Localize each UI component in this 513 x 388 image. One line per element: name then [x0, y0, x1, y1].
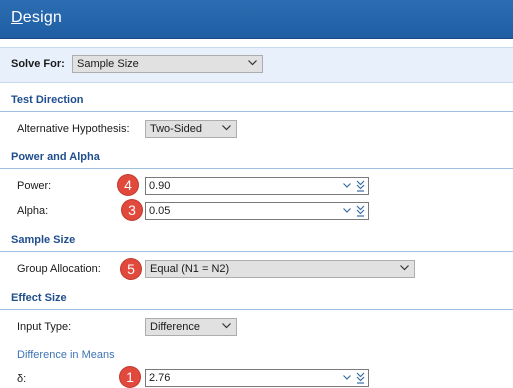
chevron-down-icon [222, 125, 231, 131]
step-badge: 1 [120, 367, 140, 387]
power-input[interactable]: 0.90 [145, 177, 369, 195]
double-chevron-down-icon[interactable] [356, 205, 365, 217]
section-title: Test Direction [11, 94, 84, 106]
alpha-label: Alpha: [17, 205, 49, 217]
delta-input[interactable]: 2.76 [145, 369, 369, 387]
alpha-input[interactable]: 0.05 [145, 202, 369, 220]
solve-for-select[interactable]: Sample Size [72, 55, 263, 73]
chevron-down-icon [400, 265, 409, 271]
step-badge: 4 [118, 175, 138, 195]
solve-for-label: Solve For: [11, 58, 65, 70]
group-allocation-select[interactable]: Equal (N1 = N2) [145, 260, 415, 278]
chevron-down-icon [248, 60, 257, 66]
input-type-value: Difference [150, 321, 200, 333]
chevron-down-icon[interactable] [343, 183, 351, 189]
section-test-direction: Test Direction [0, 92, 513, 112]
title-bar: Design [0, 0, 513, 39]
alt-hypothesis-value: Two-Sided [150, 123, 202, 135]
title-text: esign [22, 9, 63, 26]
section-effect-size: Effect Size [0, 290, 513, 310]
chevron-down-icon[interactable] [343, 375, 351, 381]
power-value: 0.90 [149, 180, 171, 192]
alt-hypothesis-select[interactable]: Two-Sided [145, 120, 237, 138]
double-chevron-down-icon[interactable] [356, 372, 365, 384]
group-allocation-value: Equal (N1 = N2) [150, 263, 230, 275]
alpha-value: 0.05 [149, 205, 171, 217]
power-label: Power: [17, 180, 52, 192]
section-power-alpha: Power and Alpha [0, 149, 513, 169]
delta-value: 2.76 [149, 372, 171, 384]
chevron-down-icon [222, 323, 231, 329]
chevron-down-icon[interactable] [343, 208, 351, 214]
step-badge: 5 [121, 259, 141, 279]
section-title: Effect Size [11, 292, 67, 304]
section-title: Power and Alpha [11, 151, 100, 163]
delta-label: δ: [17, 373, 27, 385]
window-title: Design [11, 9, 62, 27]
section-sample-size: Sample Size [0, 232, 513, 252]
input-type-label: Input Type: [17, 321, 72, 333]
solve-for-value: Sample Size [77, 58, 139, 70]
step-badge: 3 [122, 200, 142, 220]
difference-in-means-label: Difference in Means [17, 349, 115, 361]
input-type-select[interactable]: Difference [145, 318, 237, 336]
double-chevron-down-icon[interactable] [356, 180, 365, 192]
alt-hypothesis-label: Alternative Hypothesis: [17, 123, 130, 135]
group-allocation-label: Group Allocation: [17, 263, 101, 275]
title-accelerator: D [11, 9, 23, 26]
section-title: Sample Size [11, 234, 76, 246]
